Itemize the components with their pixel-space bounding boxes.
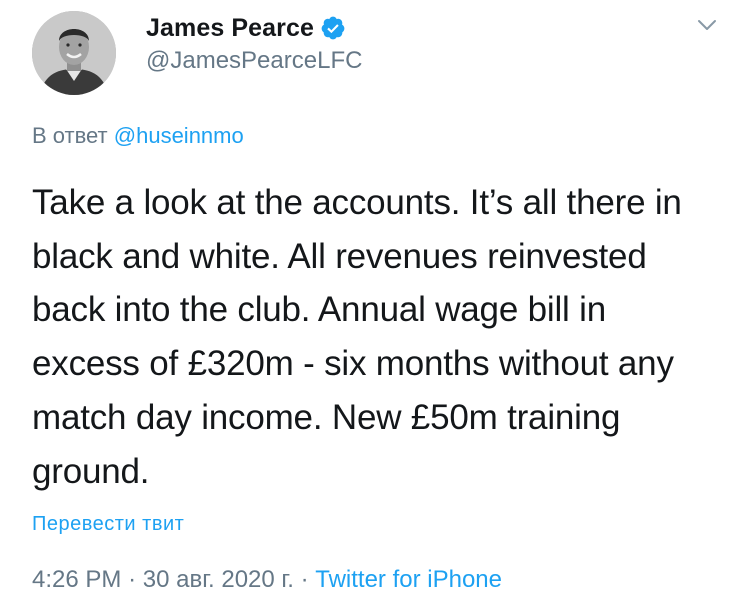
tweet-source-link[interactable]: Twitter for iPhone: [315, 566, 502, 593]
tweet-menu-button[interactable]: [694, 12, 720, 38]
reply-mention-link[interactable]: @huseinnmo: [114, 123, 244, 148]
avatar[interactable]: [32, 11, 116, 95]
tweet-date[interactable]: 30 авг. 2020 г.: [143, 566, 294, 593]
tweet-card: James Pearce @JamesPearceLFC В ответ @hu…: [0, 0, 750, 607]
author-display-name[interactable]: James Pearce: [146, 14, 314, 43]
meta-separator: ·: [300, 566, 309, 593]
tweet-text: Take a look at the accounts. It’s all th…: [32, 183, 682, 491]
reply-prefix: В ответ: [32, 123, 108, 148]
verified-badge-icon: [320, 15, 346, 41]
author-name-row[interactable]: James Pearce: [146, 10, 346, 46]
tweet-meta: 4:26 PM · 30 авг. 2020 г. · Twitter for …: [32, 566, 502, 594]
reply-context: В ответ @huseinnmo: [32, 123, 244, 149]
author-handle[interactable]: @JamesPearceLFC: [146, 47, 362, 75]
profile-photo: [32, 11, 116, 95]
meta-separator: ·: [128, 566, 137, 593]
chevron-down-icon: [698, 20, 716, 30]
translate-tweet-link[interactable]: Перевести твит: [32, 513, 184, 536]
tweet-time[interactable]: 4:26 PM: [32, 566, 121, 593]
